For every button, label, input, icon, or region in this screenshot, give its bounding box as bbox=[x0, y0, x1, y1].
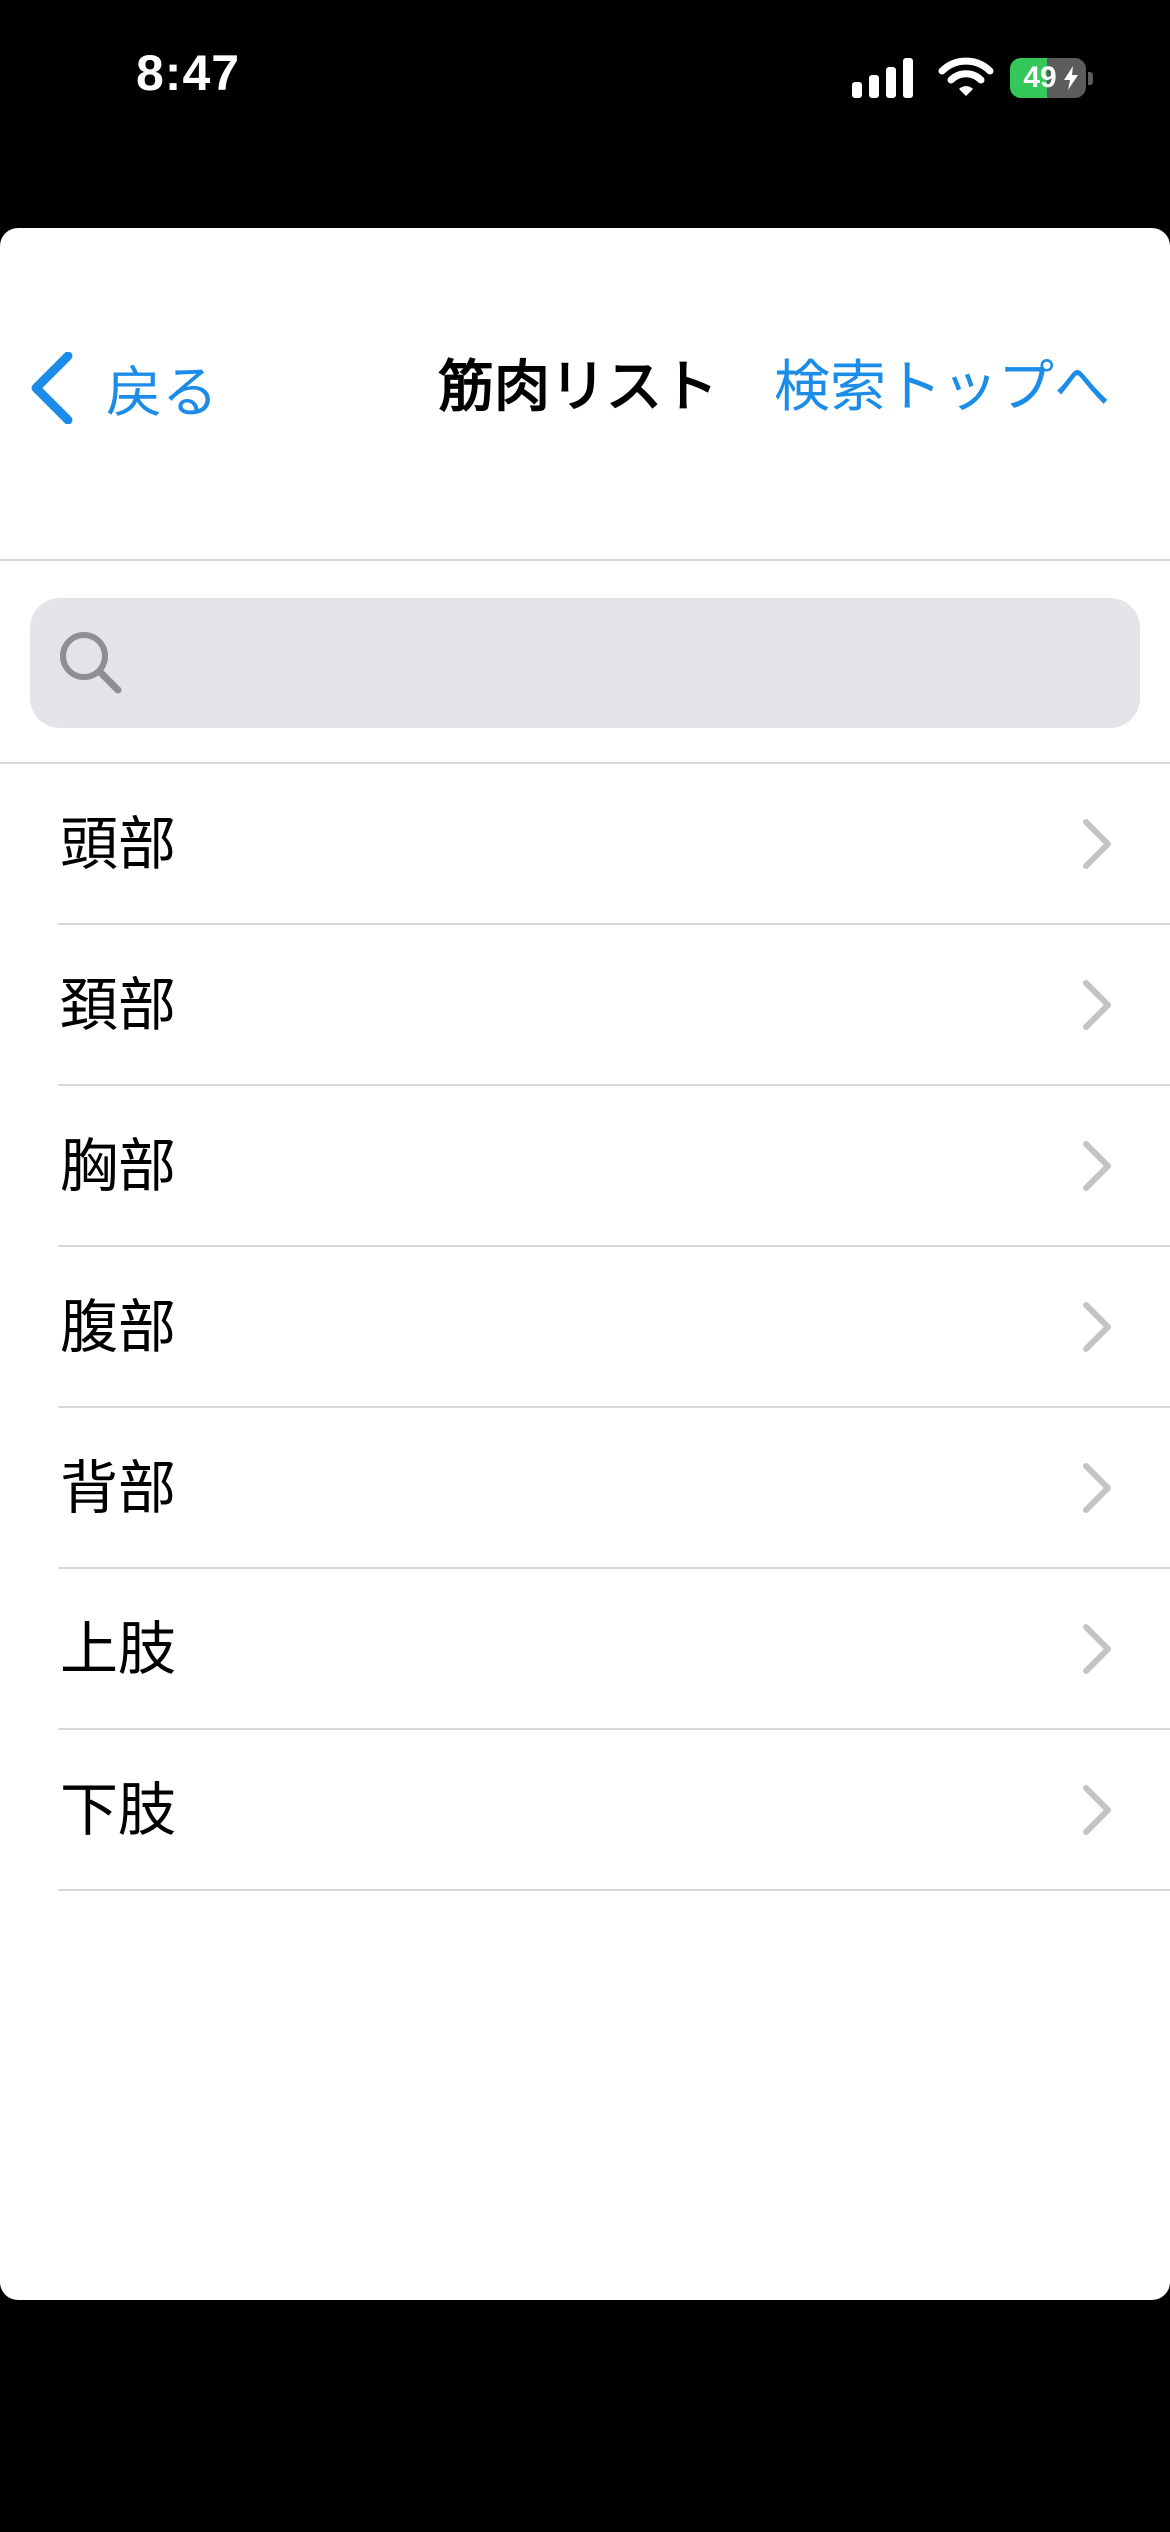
list-item-label: 胸部 bbox=[60, 1132, 177, 1200]
status-bar: 8:47 49 bbox=[0, 0, 1170, 228]
list-item-lower-limb[interactable]: 下肢 bbox=[0, 1730, 1170, 1891]
search-icon bbox=[60, 632, 122, 694]
chevron-right-icon bbox=[1083, 1785, 1111, 1835]
list-item-back[interactable]: 背部 bbox=[0, 1408, 1170, 1569]
charging-bolt-icon bbox=[1064, 66, 1078, 90]
list-item-label: 頚部 bbox=[60, 971, 177, 1039]
nav-divider bbox=[0, 559, 1170, 561]
chevron-right-icon bbox=[1083, 1624, 1111, 1674]
chevron-right-icon bbox=[1083, 819, 1111, 869]
list-item-upper-limb[interactable]: 上肢 bbox=[0, 1569, 1170, 1730]
chevron-right-icon bbox=[1083, 1463, 1111, 1513]
row-divider bbox=[58, 1889, 1170, 1891]
muscle-region-list: 頭部 頚部 胸部 腹部 背部 上肢 下肢 bbox=[0, 764, 1170, 1891]
chevron-right-icon bbox=[1083, 980, 1111, 1030]
navigation-bar: 戻る 筋肉リスト 検索トップへ bbox=[0, 228, 1170, 560]
search-input[interactable] bbox=[140, 598, 1120, 728]
search-bar[interactable] bbox=[30, 598, 1140, 728]
list-item-label: 下肢 bbox=[60, 1776, 177, 1844]
page-title: 筋肉リスト bbox=[438, 355, 718, 420]
back-label: 戻る bbox=[106, 360, 218, 426]
wifi-icon bbox=[938, 57, 994, 96]
list-item-label: 腹部 bbox=[60, 1293, 177, 1361]
signal-icon bbox=[852, 58, 913, 98]
list-item-abdomen[interactable]: 腹部 bbox=[0, 1247, 1170, 1408]
list-item-neck[interactable]: 頚部 bbox=[0, 925, 1170, 1086]
battery-tip bbox=[1088, 72, 1093, 85]
battery-percentage: 49 bbox=[1023, 61, 1057, 94]
list-item-label: 上肢 bbox=[60, 1615, 177, 1683]
chevron-right-icon bbox=[1083, 1302, 1111, 1352]
list-item-label: 背部 bbox=[60, 1454, 177, 1522]
list-item-head[interactable]: 頭部 bbox=[0, 764, 1170, 925]
search-top-button[interactable]: 検索トップへ bbox=[774, 343, 1110, 433]
status-time: 8:47 bbox=[136, 45, 241, 101]
back-button[interactable]: 戻る bbox=[28, 343, 218, 433]
chevron-left-icon bbox=[31, 352, 73, 424]
battery-icon: 49 bbox=[1010, 58, 1086, 98]
list-item-label: 頭部 bbox=[60, 810, 177, 878]
list-item-chest[interactable]: 胸部 bbox=[0, 1086, 1170, 1247]
chevron-right-icon bbox=[1083, 1141, 1111, 1191]
